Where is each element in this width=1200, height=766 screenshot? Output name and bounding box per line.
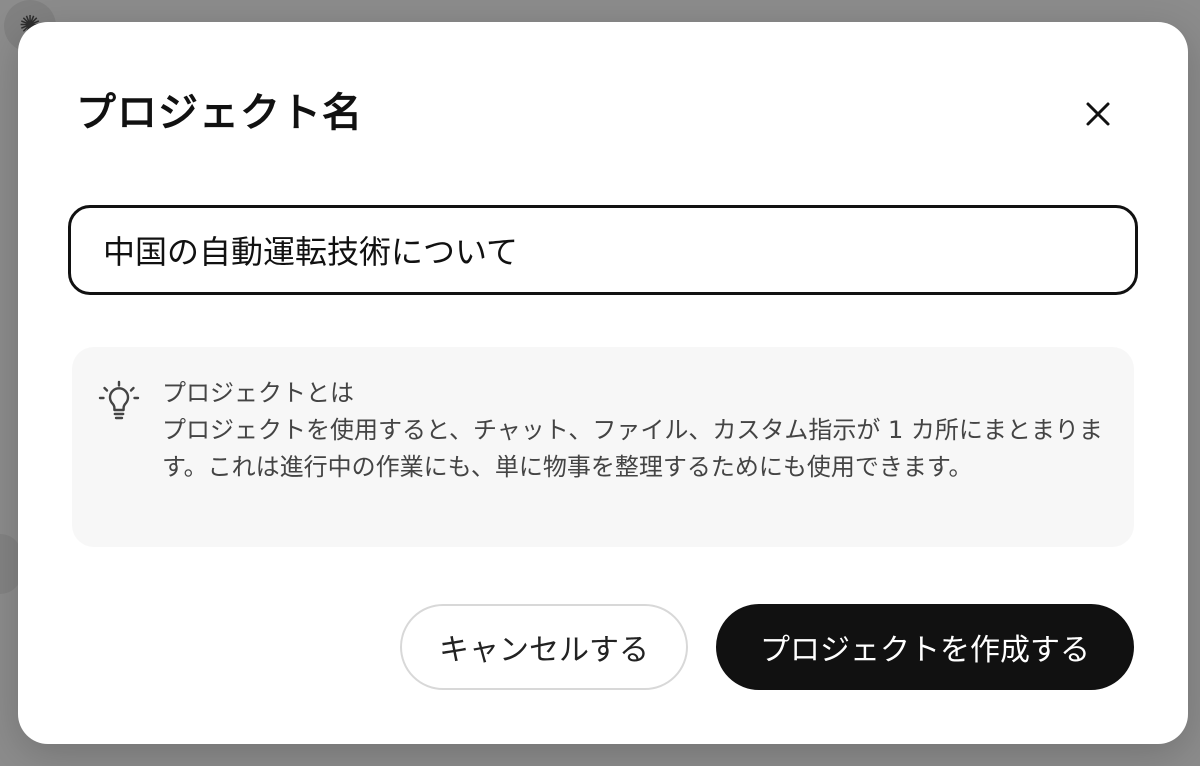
info-title: プロジェクトとは	[162, 379, 354, 407]
close-icon	[1086, 102, 1110, 126]
project-name-field[interactable]	[68, 205, 1138, 295]
cancel-button[interactable]: キャンセルする	[400, 604, 688, 690]
create-project-button[interactable]: プロジェクトを作成する	[716, 604, 1134, 690]
create-project-dialog: プロジェクト名 プロジェクトとは プロジェクトを使用すると、チャット、ファイル、	[18, 22, 1188, 744]
project-info-box: プロジェクトとは プロジェクトを使用すると、チャット、ファイル、カスタム指示が …	[72, 347, 1134, 547]
info-body: プロジェクトを使用すると、チャット、ファイル、カスタム指示が 1 カ所にまとまり…	[162, 416, 1103, 481]
project-name-input[interactable]	[103, 231, 1135, 269]
info-text: プロジェクトとは プロジェクトを使用すると、チャット、ファイル、カスタム指示が …	[162, 375, 1112, 486]
close-button[interactable]	[1076, 92, 1120, 136]
lightbulb-icon	[98, 380, 140, 420]
dialog-title: プロジェクト名	[76, 90, 363, 136]
